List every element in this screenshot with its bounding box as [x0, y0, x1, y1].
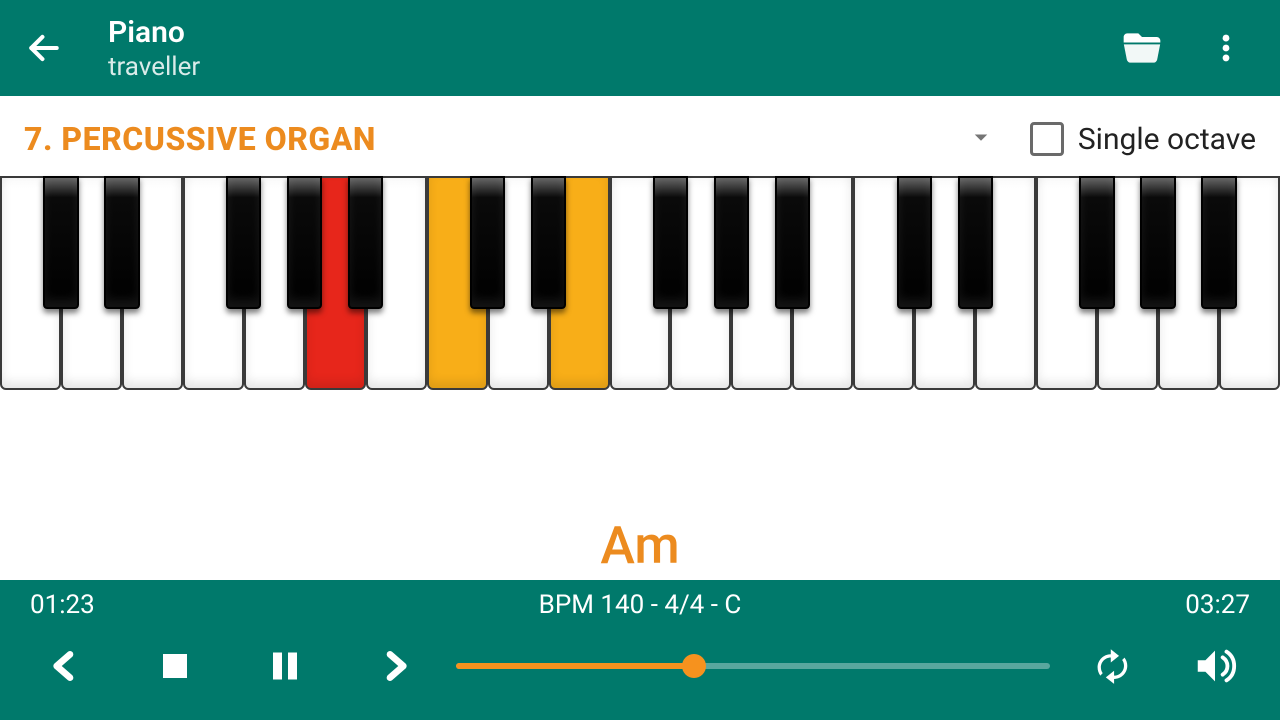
prev-button[interactable]	[40, 641, 90, 691]
black-key[interactable]	[653, 176, 688, 309]
instrument-select[interactable]: 7. PERCUSSIVE ORGAN	[24, 120, 932, 158]
progress-bar[interactable]	[420, 663, 1086, 669]
black-key[interactable]	[43, 176, 78, 309]
chevron-left-icon	[45, 646, 85, 686]
single-octave-label: Single octave	[1078, 122, 1256, 157]
playback-meta: BPM 140 - 4/4 - C	[190, 590, 1090, 620]
black-key[interactable]	[775, 176, 810, 309]
black-key[interactable]	[714, 176, 749, 309]
elapsed-time: 01:23	[30, 590, 190, 620]
more-vertical-icon	[1209, 28, 1243, 68]
repeat-button[interactable]	[1086, 641, 1136, 691]
chord-display-area: Am	[0, 390, 1280, 580]
stop-icon	[157, 648, 193, 684]
checkbox-icon	[1030, 122, 1064, 156]
volume-button[interactable]	[1190, 641, 1240, 691]
next-button[interactable]	[370, 641, 420, 691]
piano-keyboard[interactable]	[0, 176, 1280, 390]
single-octave-toggle[interactable]: Single octave	[1030, 122, 1256, 157]
player-bar: 01:23 BPM 140 - 4/4 - C 03:27	[0, 580, 1280, 720]
chevron-down-icon	[966, 122, 996, 152]
current-chord: Am	[600, 515, 679, 576]
folder-open-icon	[1120, 26, 1164, 70]
page-subtitle: traveller	[108, 52, 1118, 82]
total-time: 03:27	[1090, 590, 1250, 620]
arrow-left-icon	[25, 29, 63, 67]
black-key[interactable]	[531, 176, 566, 309]
black-key[interactable]	[958, 176, 993, 309]
black-key[interactable]	[1079, 176, 1114, 309]
repeat-icon	[1089, 644, 1133, 688]
black-key[interactable]	[287, 176, 322, 309]
instrument-dropdown-caret[interactable]	[952, 122, 1010, 156]
back-button[interactable]	[20, 24, 68, 72]
more-menu-button[interactable]	[1202, 24, 1250, 72]
black-key[interactable]	[897, 176, 932, 309]
app-header: Piano traveller	[0, 0, 1280, 96]
instrument-row: 7. PERCUSSIVE ORGAN Single octave	[0, 96, 1280, 176]
black-key[interactable]	[226, 176, 261, 309]
pause-button[interactable]	[260, 641, 310, 691]
pause-icon	[267, 646, 303, 686]
page-title: Piano	[108, 15, 1118, 50]
stop-button[interactable]	[150, 641, 200, 691]
black-key[interactable]	[348, 176, 383, 309]
chevron-right-icon	[375, 646, 415, 686]
black-key[interactable]	[104, 176, 139, 309]
black-key[interactable]	[1140, 176, 1175, 309]
volume-icon	[1192, 643, 1238, 689]
black-key[interactable]	[1201, 176, 1236, 309]
black-key[interactable]	[470, 176, 505, 309]
open-file-button[interactable]	[1118, 24, 1166, 72]
